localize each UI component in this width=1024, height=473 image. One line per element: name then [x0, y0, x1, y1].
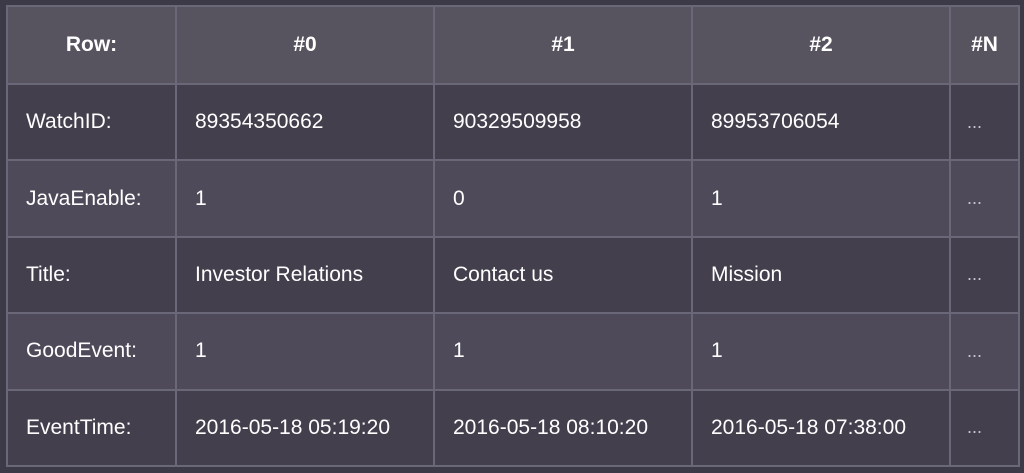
cell: 0: [433, 159, 693, 238]
data-table: Row: #0 #1 #2 #N WatchID: 89354350662 90…: [6, 5, 1020, 468]
cell: 2016-05-18 05:19:20: [175, 388, 435, 468]
cell: 2016-05-18 07:38:00: [691, 388, 951, 468]
table-row: EventTime: 2016-05-18 05:19:20 2016-05-1…: [6, 388, 1020, 468]
ellipsis-cell: ...: [949, 388, 1020, 468]
header-cell-2: #2: [691, 5, 951, 85]
row-label: WatchID:: [6, 82, 177, 162]
row-label: GoodEvent:: [6, 312, 177, 391]
cell: 1: [175, 159, 435, 238]
table-row: Title: Investor Relations Contact us Mis…: [6, 235, 1020, 315]
row-label: JavaEnable:: [6, 159, 177, 238]
cell: 1: [691, 312, 951, 391]
cell: 89953706054: [691, 82, 951, 162]
cell: 1: [691, 159, 951, 238]
cell: 1: [175, 312, 435, 391]
cell: 2016-05-18 08:10:20: [433, 388, 693, 468]
table-row: JavaEnable: 1 0 1 ...: [6, 159, 1020, 238]
table-container: Row: #0 #1 #2 #N WatchID: 89354350662 90…: [0, 0, 1024, 473]
cell: 90329509958: [433, 82, 693, 162]
cell: Investor Relations: [175, 235, 435, 315]
cell: Mission: [691, 235, 951, 315]
cell: 1: [433, 312, 693, 391]
ellipsis-cell: ...: [949, 159, 1020, 238]
ellipsis-cell: ...: [949, 235, 1020, 315]
header-cell-1: #1: [433, 5, 693, 85]
header-cell-row: Row:: [6, 5, 177, 85]
row-label: EventTime:: [6, 388, 177, 468]
ellipsis-cell: ...: [949, 82, 1020, 162]
row-label: Title:: [6, 235, 177, 315]
ellipsis-cell: ...: [949, 312, 1020, 391]
header-cell-0: #0: [175, 5, 435, 85]
table-row: WatchID: 89354350662 90329509958 8995370…: [6, 82, 1020, 162]
cell: Contact us: [433, 235, 693, 315]
header-cell-n: #N: [949, 5, 1020, 85]
table-row: GoodEvent: 1 1 1 ...: [6, 312, 1020, 391]
header-row: Row: #0 #1 #2 #N: [6, 5, 1020, 85]
cell: 89354350662: [175, 82, 435, 162]
